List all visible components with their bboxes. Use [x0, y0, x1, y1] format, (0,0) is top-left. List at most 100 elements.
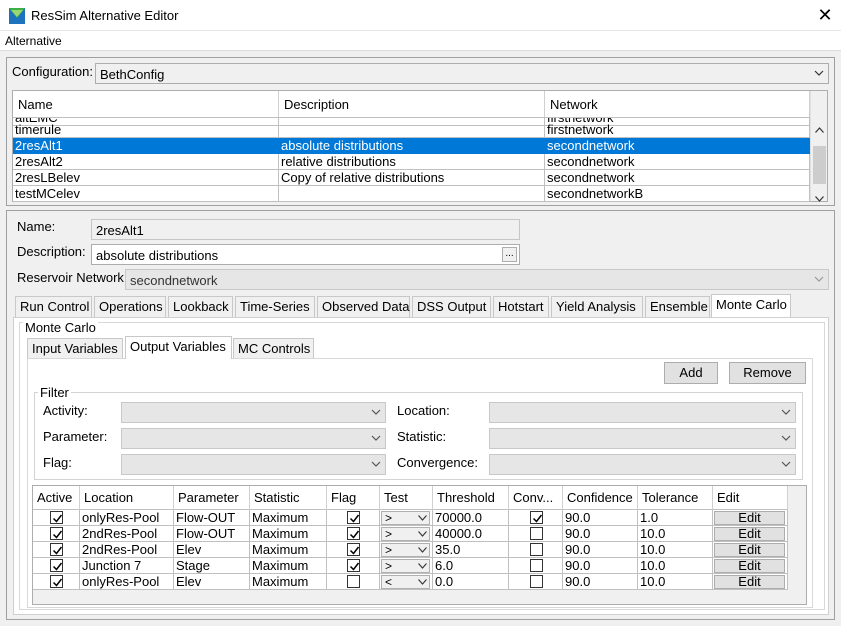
- cell-test[interactable]: >: [380, 542, 433, 558]
- column-flag[interactable]: Flag: [327, 486, 380, 510]
- parameter-dropdown[interactable]: [121, 428, 386, 449]
- column-network[interactable]: Network: [545, 91, 810, 117]
- tab-run-control[interactable]: Run Control: [15, 296, 92, 317]
- add-button[interactable]: Add: [664, 362, 718, 384]
- cell-flag[interactable]: [327, 526, 380, 542]
- cell-test[interactable]: >: [380, 526, 433, 542]
- grid-row[interactable]: 2ndRes-Pool Flow-OUT Maximum >40000.0 90.0 10…: [33, 526, 788, 542]
- column-threshold[interactable]: Threshold: [433, 486, 509, 510]
- column-edit[interactable]: Edit: [713, 486, 788, 510]
- flag-dropdown[interactable]: [121, 454, 386, 475]
- cell-conv[interactable]: [509, 542, 563, 558]
- table-row[interactable]: timerule firstnetwork: [13, 122, 810, 138]
- test-dropdown[interactable]: >: [381, 559, 430, 573]
- test-dropdown[interactable]: <: [381, 575, 430, 589]
- column-name[interactable]: Name: [13, 91, 279, 117]
- location-dropdown[interactable]: [489, 402, 796, 423]
- flag-checkbox[interactable]: [347, 575, 360, 588]
- menu-alternative[interactable]: Alternative: [5, 34, 62, 48]
- tab-yield-analysis[interactable]: Yield Analysis: [551, 296, 643, 317]
- cell-flag[interactable]: [327, 574, 380, 590]
- tab-observed-data[interactable]: Observed Data: [317, 296, 410, 317]
- active-checkbox[interactable]: [50, 511, 63, 524]
- conv-checkbox[interactable]: [530, 575, 543, 588]
- tab-operations[interactable]: Operations: [94, 296, 166, 317]
- tab-time-series[interactable]: Time-Series: [235, 296, 315, 317]
- active-checkbox[interactable]: [50, 543, 63, 556]
- cell-active[interactable]: [33, 542, 80, 558]
- test-dropdown[interactable]: >: [381, 511, 430, 525]
- edit-button[interactable]: Edit: [714, 575, 785, 589]
- cell-conv[interactable]: [509, 526, 563, 542]
- conv-checkbox[interactable]: [530, 527, 543, 540]
- cell-edit[interactable]: Edit: [713, 510, 788, 526]
- subtab-mc-controls[interactable]: MC Controls: [233, 338, 314, 359]
- active-checkbox[interactable]: [50, 575, 63, 588]
- flag-checkbox[interactable]: [347, 527, 360, 540]
- cell-edit[interactable]: Edit: [713, 542, 788, 558]
- cell-flag[interactable]: [327, 558, 380, 574]
- table-row[interactable]: testMCelev secondnetworkB: [13, 186, 810, 202]
- grid-row[interactable]: onlyRes-Pool Elev Maximum <0.0 90.0 10.0 Edit: [33, 574, 788, 590]
- table-row-selected[interactable]: 2resAlt1 absolute distributions secondne…: [13, 138, 810, 154]
- column-statistic[interactable]: Statistic: [250, 486, 327, 510]
- flag-checkbox[interactable]: [347, 511, 360, 524]
- description-field[interactable]: absolute distributions ...: [91, 244, 520, 265]
- cell-conv[interactable]: [509, 574, 563, 590]
- cell-active[interactable]: [33, 574, 80, 590]
- configuration-dropdown[interactable]: BethConfig: [95, 63, 829, 84]
- conv-checkbox[interactable]: [530, 511, 543, 524]
- tab-ensemble[interactable]: Ensemble: [645, 296, 710, 317]
- tab-hotstart[interactable]: Hotstart: [493, 296, 549, 317]
- cell-test[interactable]: <: [380, 574, 433, 590]
- remove-button[interactable]: Remove: [729, 362, 806, 384]
- flag-checkbox[interactable]: [347, 543, 360, 556]
- cell-edit[interactable]: Edit: [713, 526, 788, 542]
- tab-dss-output[interactable]: DSS Output: [412, 296, 491, 317]
- cell-flag[interactable]: [327, 542, 380, 558]
- scroll-thumb[interactable]: [813, 146, 826, 184]
- column-location[interactable]: Location: [80, 486, 174, 510]
- convergence-dropdown[interactable]: [489, 454, 796, 475]
- column-convergence[interactable]: Conv...: [509, 486, 563, 510]
- cell-conv[interactable]: [509, 510, 563, 526]
- column-description[interactable]: Description: [279, 91, 545, 117]
- column-test[interactable]: Test: [380, 486, 433, 510]
- grid-row[interactable]: onlyRes-Pool Flow-OUT Maximum >70000.0 90.0 1…: [33, 510, 788, 526]
- column-active[interactable]: Active: [33, 486, 80, 510]
- name-field[interactable]: 2resAlt1: [91, 219, 520, 240]
- column-tolerance[interactable]: Tolerance: [638, 486, 713, 510]
- close-icon[interactable]: ✕: [812, 3, 838, 27]
- scroll-down-icon[interactable]: [815, 190, 824, 205]
- cell-edit[interactable]: Edit: [713, 558, 788, 574]
- cell-conv[interactable]: [509, 558, 563, 574]
- edit-button[interactable]: Edit: [714, 543, 785, 557]
- cell-flag[interactable]: [327, 510, 380, 526]
- table-row[interactable]: 2resLBelev Copy of relative distribution…: [13, 170, 810, 186]
- test-dropdown[interactable]: >: [381, 527, 430, 541]
- grid-row[interactable]: 2ndRes-Pool Elev Maximum >35.0 90.0 10.0 Edit: [33, 542, 788, 558]
- grid-row[interactable]: Junction 7 Stage Maximum >6.0 90.0 10.0 Edit: [33, 558, 788, 574]
- vertical-scrollbar[interactable]: [810, 91, 827, 202]
- edit-button[interactable]: Edit: [714, 511, 785, 525]
- column-parameter[interactable]: Parameter: [174, 486, 250, 510]
- subtab-output-variables[interactable]: Output Variables: [125, 336, 232, 359]
- active-checkbox[interactable]: [50, 559, 63, 572]
- cell-test[interactable]: >: [380, 510, 433, 526]
- subtab-input-variables[interactable]: Input Variables: [27, 338, 123, 359]
- column-confidence[interactable]: Confidence: [563, 486, 638, 510]
- tab-monte-carlo[interactable]: Monte Carlo: [711, 294, 791, 317]
- description-browse-button[interactable]: ...: [502, 247, 517, 262]
- cell-test[interactable]: >: [380, 558, 433, 574]
- flag-checkbox[interactable]: [347, 559, 360, 572]
- table-row[interactable]: 2resAlt2 relative distributions secondne…: [13, 154, 810, 170]
- cell-edit[interactable]: Edit: [713, 574, 788, 590]
- statistic-dropdown[interactable]: [489, 428, 796, 449]
- conv-checkbox[interactable]: [530, 559, 543, 572]
- edit-button[interactable]: Edit: [714, 527, 785, 541]
- reservoir-network-dropdown[interactable]: secondnetwork: [125, 269, 829, 290]
- edit-button[interactable]: Edit: [714, 559, 785, 573]
- cell-active[interactable]: [33, 510, 80, 526]
- cell-active[interactable]: [33, 526, 80, 542]
- active-checkbox[interactable]: [50, 527, 63, 540]
